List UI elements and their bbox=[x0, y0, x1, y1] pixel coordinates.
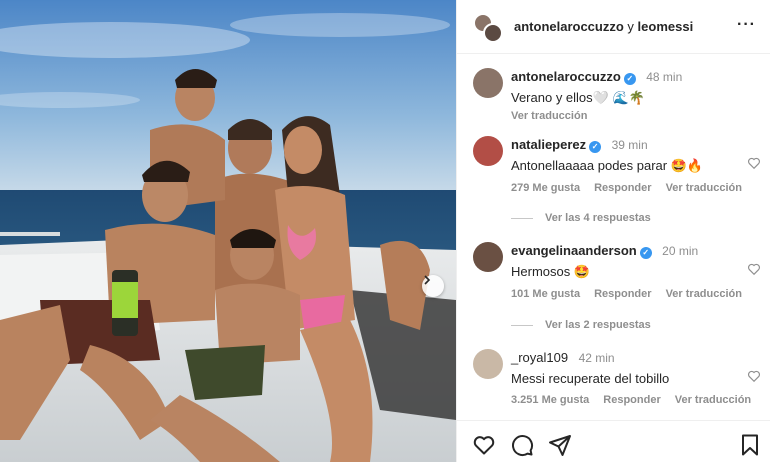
author-link[interactable]: antonelaroccuzzo bbox=[514, 19, 624, 34]
more-options-button[interactable]: ··· bbox=[737, 16, 756, 33]
avatar bbox=[483, 22, 503, 43]
caption-text: Verano y ellos🤍 🌊🌴 bbox=[511, 90, 645, 105]
reply-button[interactable]: Responder bbox=[594, 288, 651, 300]
reply-button[interactable]: Responder bbox=[594, 182, 651, 194]
reply-button[interactable]: Responder bbox=[603, 394, 660, 406]
view-replies-button[interactable]: Ver las 2 respuestas bbox=[511, 319, 651, 331]
author-link[interactable]: leomessi bbox=[638, 19, 694, 34]
comment-likes[interactable]: 3.251 Me gusta bbox=[511, 394, 589, 406]
verified-badge-icon: ✓ bbox=[589, 141, 602, 153]
translate-link[interactable]: Ver traducción bbox=[666, 182, 742, 194]
comment-time: 42 min bbox=[578, 351, 615, 365]
comment-likes[interactable]: 101 Me gusta bbox=[511, 288, 580, 300]
avatar[interactable] bbox=[473, 136, 503, 166]
comment-text: Hermosos 🤩 bbox=[511, 264, 591, 279]
view-replies-label: Ver las 2 respuestas bbox=[545, 319, 651, 331]
author-connector: y bbox=[627, 19, 634, 34]
comment-time: 20 min bbox=[662, 244, 699, 258]
comment-username[interactable]: natalieperez bbox=[511, 137, 586, 152]
comment-text: Antonellaaaaa podes parar 🤩🔥 bbox=[511, 158, 704, 173]
translate-link[interactable]: Ver traducción bbox=[675, 394, 751, 406]
post-authors: antonelaroccuzzo y leomessi bbox=[514, 19, 693, 34]
next-photo-button[interactable] bbox=[422, 275, 444, 297]
comment-meta: 279 Me gusta Responder Ver traducción bbox=[511, 182, 742, 194]
comment-time: 48 min bbox=[646, 70, 683, 84]
divider bbox=[511, 324, 533, 326]
verified-badge-icon: ✓ bbox=[639, 247, 652, 259]
heart-icon[interactable] bbox=[747, 156, 761, 170]
view-replies-label: Ver las 4 respuestas bbox=[545, 212, 651, 224]
bookmark-icon[interactable] bbox=[738, 433, 762, 457]
translate-link[interactable]: Ver traducción bbox=[511, 110, 741, 122]
comment-text: Messi recuperate del tobillo bbox=[511, 371, 670, 386]
heart-icon[interactable] bbox=[747, 369, 761, 383]
post-side-panel: antonelaroccuzzo y leomessi ··· antonela… bbox=[456, 0, 770, 462]
avatar[interactable] bbox=[473, 68, 503, 98]
post-header: antonelaroccuzzo y leomessi ··· bbox=[457, 0, 770, 54]
heart-icon[interactable] bbox=[747, 262, 761, 276]
family-yacht-photo bbox=[0, 0, 456, 462]
heart-icon[interactable] bbox=[472, 433, 496, 457]
view-replies-button[interactable]: Ver las 4 respuestas bbox=[511, 212, 651, 224]
more-horizontal-icon: ··· bbox=[737, 16, 756, 33]
avatar[interactable] bbox=[473, 349, 503, 379]
comment-username[interactable]: evangelinaanderson bbox=[511, 243, 637, 258]
comment-meta: 101 Me gusta Responder Ver traducción bbox=[511, 288, 742, 300]
verified-badge-icon: ✓ bbox=[623, 73, 636, 85]
comment-likes[interactable]: 279 Me gusta bbox=[511, 182, 580, 194]
translate-link[interactable]: Ver traducción bbox=[666, 288, 742, 300]
comment-icon[interactable] bbox=[510, 433, 534, 457]
comment-username[interactable]: _royal109 bbox=[511, 350, 568, 365]
collab-avatars[interactable] bbox=[473, 11, 503, 43]
post-photo bbox=[0, 0, 456, 462]
post-actions-bar bbox=[457, 420, 770, 462]
comment-meta: 3.251 Me gusta Responder Ver traducción bbox=[511, 394, 751, 406]
send-icon[interactable] bbox=[548, 433, 572, 457]
comments-list: antonelaroccuzzo ✓ 48 min Verano y ellos🤍… bbox=[457, 55, 770, 420]
comment-time: 39 min bbox=[611, 138, 648, 152]
avatar[interactable] bbox=[473, 242, 503, 272]
divider bbox=[511, 217, 533, 219]
comment-username[interactable]: antonelaroccuzzo bbox=[511, 69, 621, 84]
chevron-right-icon bbox=[424, 275, 431, 285]
